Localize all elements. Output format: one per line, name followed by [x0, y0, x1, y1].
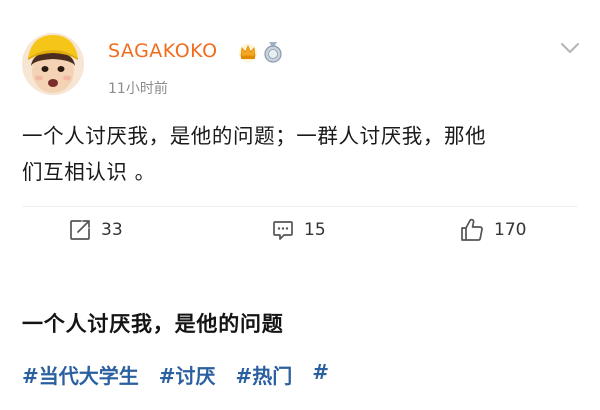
comment-count: 15 [304, 220, 326, 240]
hashtag[interactable]: # [312, 360, 329, 389]
avatar-image [22, 33, 84, 95]
medal-icon [262, 40, 284, 64]
username[interactable]: SAGAKOKO [108, 40, 218, 62]
hashtag-list: #当代大学生 #讨厌 #热门 # [22, 360, 329, 389]
chevron-down-icon[interactable] [559, 40, 581, 56]
repost-icon [68, 218, 92, 242]
like-button[interactable]: 170 [459, 216, 526, 244]
hashtag[interactable]: #讨厌 [159, 360, 216, 389]
comment-icon [271, 218, 295, 242]
like-count: 170 [494, 220, 527, 240]
post-text-line: 一个人讨厌我，是他的问题；一群人讨厌我，那他 [22, 124, 487, 148]
repost-button[interactable]: 33 [68, 216, 123, 244]
hashtag[interactable]: #热门 [236, 360, 293, 389]
summary-title: 一个人讨厌我，是他的问题 [22, 312, 284, 336]
crown-icon [237, 41, 259, 63]
thumbs-up-icon [459, 218, 485, 242]
hashtag[interactable]: #当代大学生 [22, 360, 139, 389]
repost-count: 33 [101, 220, 123, 240]
divider [22, 206, 578, 207]
post-time: 11小时前 [108, 81, 168, 97]
weibo-post-card: SAGAKOKO 11小时前 一个人讨厌我，是他的问题；一群人讨厌我，那他 们互… [0, 0, 600, 410]
post-text-line: 们互相认识 。 [22, 160, 156, 184]
avatar[interactable] [22, 33, 84, 95]
post-text: 一个人讨厌我，是他的问题；一群人讨厌我，那他 们互相认识 。 [22, 118, 582, 190]
comment-button[interactable]: 15 [271, 216, 326, 244]
